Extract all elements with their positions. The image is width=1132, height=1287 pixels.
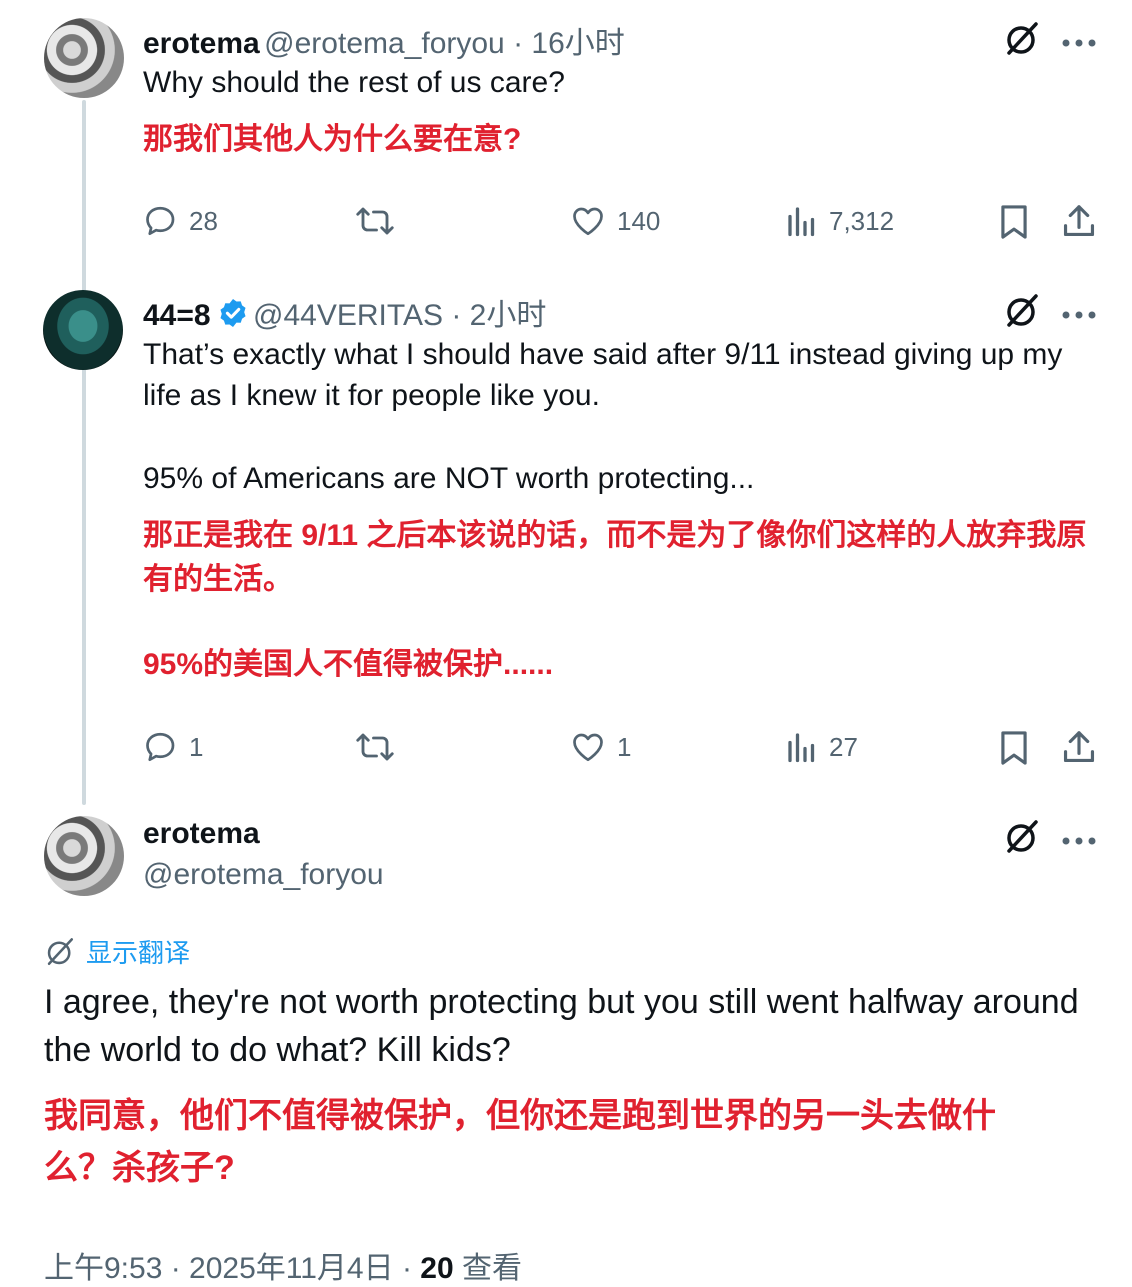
retweet-button[interactable] bbox=[355, 729, 395, 765]
avatar[interactable] bbox=[44, 18, 124, 98]
share-icon[interactable] bbox=[1060, 728, 1098, 771]
views-button[interactable]: 27 bbox=[785, 729, 858, 765]
share-icon[interactable] bbox=[1060, 202, 1098, 245]
bookmark-icon[interactable] bbox=[997, 729, 1031, 772]
tweet-meta: 上午9:53 · 2025年11月4日 · 20 查看 bbox=[44, 1243, 522, 1287]
retweet-button[interactable] bbox=[355, 203, 395, 239]
timestamp[interactable]: 上午9:53 · 2025年11月4日 · bbox=[44, 1252, 420, 1285]
reply-count: 28 bbox=[189, 205, 218, 236]
view-count: 20 bbox=[420, 1252, 454, 1285]
more-options-icon[interactable] bbox=[1062, 34, 1096, 52]
show-translation-label: 显示翻译 bbox=[86, 938, 191, 968]
reply-button[interactable]: 1 bbox=[143, 729, 203, 765]
grok-icon[interactable] bbox=[1003, 292, 1041, 335]
tweet-text: I agree, they're not worth protecting bu… bbox=[44, 983, 1079, 1069]
view-count: 7,312 bbox=[829, 205, 895, 236]
like-count: 1 bbox=[617, 731, 632, 762]
tweet-header: erotema @erotema_foryou · 16小时 bbox=[143, 18, 625, 62]
retweet-icon bbox=[356, 207, 394, 235]
handle-and-time[interactable]: @erotema_foryou · 16小时 bbox=[264, 27, 625, 60]
grok-icon[interactable] bbox=[1003, 818, 1041, 861]
display-name[interactable]: erotema bbox=[143, 817, 260, 851]
view-count: 27 bbox=[829, 731, 858, 762]
heart-icon bbox=[573, 207, 603, 236]
analytics-icon bbox=[788, 733, 815, 763]
translate-icon bbox=[47, 937, 74, 965]
tweet-translation: 那我们其他人为什么要在意? bbox=[143, 123, 522, 156]
grok-icon[interactable] bbox=[1003, 20, 1041, 63]
avatar[interactable] bbox=[43, 290, 123, 370]
handle[interactable]: @erotema_foryou bbox=[143, 858, 384, 892]
reply-icon bbox=[146, 206, 175, 236]
display-name[interactable]: erotema bbox=[143, 27, 260, 60]
tweet-header: 44=8 @44VERITAS · 2小时 bbox=[143, 290, 546, 334]
reply-icon bbox=[146, 732, 175, 762]
tweet-text: That’s exactly what I should have said a… bbox=[143, 338, 1063, 412]
display-name[interactable]: 44=8 bbox=[143, 299, 211, 332]
thread-connector-line bbox=[82, 100, 86, 805]
tweet-text: 95% of Americans are NOT worth protectin… bbox=[143, 462, 755, 495]
reply-count: 1 bbox=[189, 731, 204, 762]
like-button[interactable]: 1 bbox=[569, 729, 631, 765]
bookmark-icon[interactable] bbox=[997, 203, 1031, 246]
verified-badge-icon bbox=[217, 297, 249, 334]
retweet-icon bbox=[356, 733, 394, 761]
handle-and-time[interactable]: @44VERITAS · 2小时 bbox=[253, 299, 546, 332]
more-options-icon[interactable] bbox=[1062, 832, 1096, 850]
reply-button[interactable]: 28 bbox=[143, 203, 218, 239]
like-button[interactable]: 140 bbox=[569, 203, 660, 239]
like-count: 140 bbox=[617, 205, 661, 236]
views-button[interactable]: 7,312 bbox=[785, 203, 894, 239]
show-translation-link[interactable]: 显示翻译 bbox=[44, 933, 190, 970]
tweet-translation: 我同意，他们不值得被保护，但你还是跑到世界的另一头去做什么？杀孩子? bbox=[44, 1097, 996, 1187]
tweet-text: Why should the rest of us care? bbox=[143, 66, 565, 99]
heart-icon bbox=[573, 733, 603, 762]
analytics-icon bbox=[788, 207, 815, 237]
tweet-translation: 那正是我在 9/11 之后本该说的话，而不是为了像你们这样的人放弃我原有的生活。 bbox=[143, 519, 1087, 596]
views-label: 查看 bbox=[462, 1252, 522, 1285]
avatar[interactable] bbox=[44, 816, 124, 896]
more-options-icon[interactable] bbox=[1062, 306, 1096, 324]
tweet-translation: 95%的美国人不值得被保护...... bbox=[143, 648, 554, 681]
